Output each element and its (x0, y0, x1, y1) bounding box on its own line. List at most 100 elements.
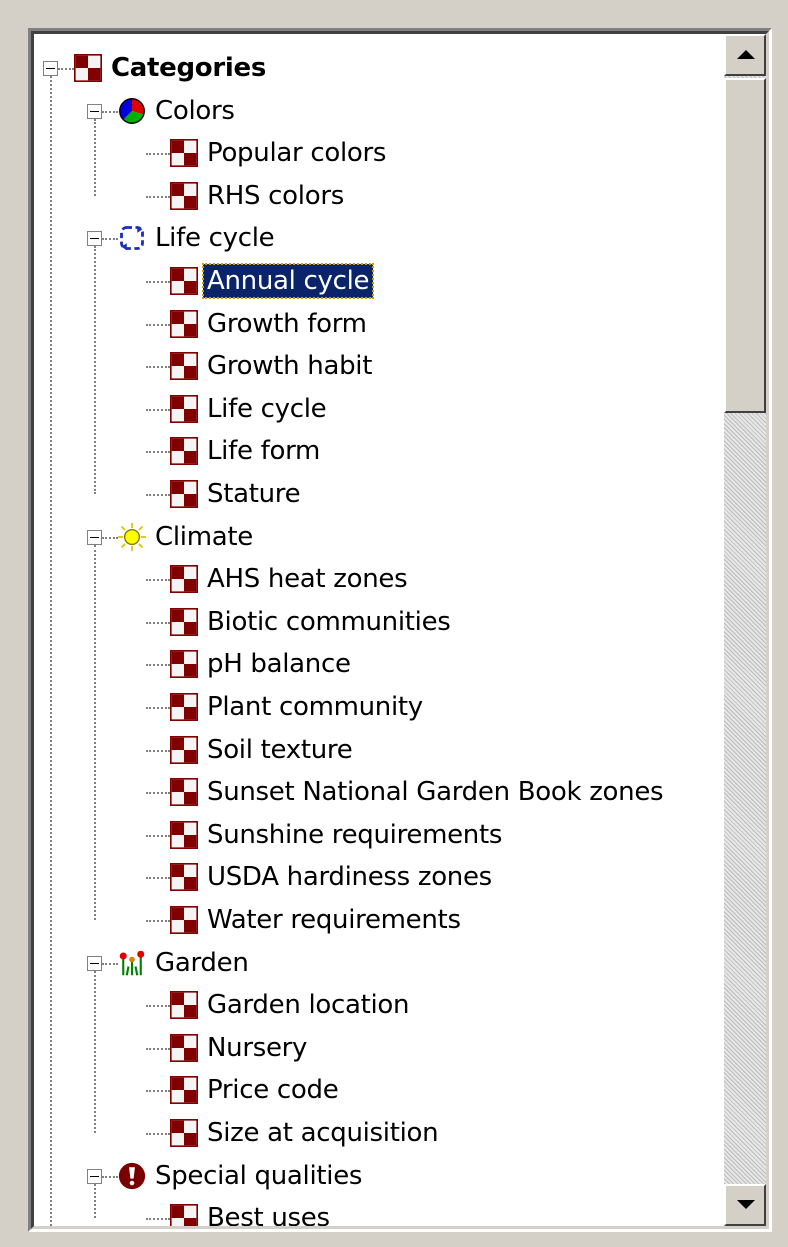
tree-item-label: Nursery (207, 1032, 308, 1063)
scroll-up-button[interactable] (724, 34, 766, 76)
tree-connector (146, 579, 170, 582)
tree-item-label: Biotic communities (207, 606, 451, 637)
tree-item-sunshine-requirements[interactable]: Sunshine requirements (34, 814, 724, 856)
tree-item-usda-hardiness-zones[interactable]: USDA hardiness zones (34, 856, 724, 898)
category-icon (170, 181, 198, 210)
tree-item-growth-form[interactable]: Growth form (34, 303, 724, 345)
tree-view-panel: Categories Colors Popular colors RHS colors… (28, 28, 772, 1232)
collapse-toggle[interactable] (87, 955, 102, 971)
collapse-toggle[interactable] (87, 1168, 102, 1184)
tree-connector (146, 153, 170, 156)
tree-item-biotic-communities[interactable]: Biotic communities (34, 601, 724, 643)
category-icon (170, 1076, 198, 1105)
tree-group-garden[interactable]: Garden (34, 942, 724, 984)
tree-item-label: Sunshine requirements (207, 819, 503, 850)
tree-item-label: Life cycle (155, 223, 275, 254)
tree-connector (50, 76, 52, 1226)
tree-item-label: Life form (207, 436, 321, 467)
vertical-scrollbar[interactable] (724, 34, 766, 1226)
pie-chart-icon (118, 97, 146, 125)
tree-connector (146, 834, 170, 837)
tree-group-life-cycle[interactable]: Life cycle (34, 217, 724, 259)
tree-connector (146, 920, 170, 922)
tree-connector (146, 1133, 170, 1135)
tree-item-price-code[interactable]: Price code (34, 1069, 724, 1111)
category-icon (170, 991, 198, 1020)
category-icon (170, 352, 198, 381)
tree-connector (102, 238, 118, 241)
tree-item-label: Plant community (207, 692, 423, 722)
collapse-toggle[interactable] (87, 529, 102, 545)
tree-item-best-uses[interactable]: Best uses (34, 1197, 724, 1229)
tree-item-label: AHS heat zones (207, 564, 408, 595)
tree-item-sunset-national-garden-book-zones[interactable]: Sunset National Garden Book zones (34, 771, 724, 813)
tree-item-plant-community[interactable]: Plant community (34, 686, 724, 728)
tree-connector (146, 1090, 170, 1093)
category-icon (170, 693, 198, 721)
tree-connector (146, 1218, 170, 1221)
tree-root-categories[interactable]: Categories (34, 47, 724, 89)
tree-connector (146, 408, 170, 411)
category-icon (170, 480, 198, 508)
sun-icon (118, 522, 146, 551)
tree-item-water-requirements[interactable]: Water requirements (34, 899, 724, 941)
category-icon (170, 1033, 198, 1062)
tree-item-growth-habit[interactable]: Growth habit (34, 345, 724, 387)
scroll-thumb[interactable] (724, 78, 766, 413)
tree-item-label: Price code (207, 1075, 339, 1106)
tree-item-label: Sunset National Garden Book zones (207, 777, 664, 808)
category-icon (170, 906, 198, 934)
tree-connector (94, 544, 96, 920)
tree-connector (146, 1047, 170, 1050)
tree-connector (94, 246, 96, 494)
category-icon (170, 607, 198, 636)
tree-group-special-qualities[interactable]: Special qualities (34, 1155, 724, 1197)
arrow-down-icon (737, 1200, 755, 1209)
tree-item-garden-location[interactable]: Garden location (34, 984, 724, 1026)
tree-group-colors[interactable]: Colors (34, 90, 724, 132)
tree-item-rhs-colors[interactable]: RHS colors (34, 175, 724, 217)
tree-item-nursery[interactable]: Nursery (34, 1027, 724, 1069)
category-icon (170, 437, 198, 466)
tree-item-soil-texture[interactable]: Soil texture (34, 729, 724, 771)
tree-connector (146, 1005, 170, 1008)
category-icon (170, 1119, 198, 1147)
tree-connector (146, 494, 170, 496)
tree-item-life-cycle[interactable]: Life cycle (34, 388, 724, 430)
category-icon (170, 394, 198, 423)
tree-item-label: Garden location (207, 990, 410, 1021)
collapse-toggle[interactable] (87, 103, 102, 119)
tree-item-stature[interactable]: Stature (34, 473, 724, 515)
tree-connector (102, 110, 118, 113)
tree-item-ahs-heat-zones[interactable]: AHS heat zones (34, 558, 724, 600)
tree-item-label: Growth habit (207, 351, 373, 382)
tree-item-size-at-acquisition[interactable]: Size at acquisition (34, 1112, 724, 1154)
category-icon (170, 1204, 198, 1226)
collapse-toggle[interactable] (43, 61, 58, 76)
tree-item-label: Climate (155, 521, 253, 552)
tree-connector (146, 707, 170, 709)
tree-connector (94, 970, 96, 1133)
tree-item-label: Best uses (207, 1203, 330, 1229)
scroll-down-button[interactable] (724, 1184, 766, 1226)
tree-item-label: Colors (155, 95, 235, 126)
tree-item-life-form[interactable]: Life form (34, 430, 724, 472)
tree-connector (102, 1175, 118, 1178)
tree-connector (102, 962, 118, 965)
tree-item-annual-cycle[interactable]: Annual cycle (34, 260, 724, 302)
tree-item-label: Growth form (207, 308, 367, 339)
tree-group-climate[interactable]: Climate (34, 516, 724, 558)
tree-connector (146, 281, 170, 283)
tree-item-label: Water requirements (207, 905, 461, 935)
tree-connector (58, 68, 74, 70)
category-icon (170, 820, 198, 849)
tree-item-label: Categories (111, 53, 267, 83)
tree-item-label: Garden (155, 947, 249, 978)
tree-connector (146, 877, 170, 880)
collapse-toggle[interactable] (87, 231, 102, 247)
category-icon (170, 735, 198, 764)
category-tree[interactable]: Categories Colors Popular colors RHS colors… (34, 34, 724, 1229)
tree-connector (146, 366, 170, 369)
tree-item-ph-balance[interactable]: pH balance (34, 643, 724, 685)
tree-item-popular-colors[interactable]: Popular colors (34, 132, 724, 174)
